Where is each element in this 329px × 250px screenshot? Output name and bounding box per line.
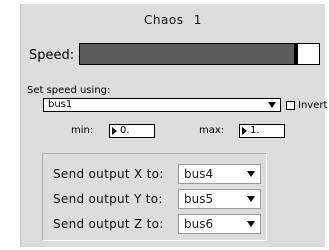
max-field[interactable]: 1. xyxy=(239,124,285,138)
speed-slider-fill xyxy=(80,44,297,64)
invert-checkbox[interactable] xyxy=(286,101,295,110)
set-speed-label: Set speed using: xyxy=(27,85,111,96)
speed-slider-thumb[interactable] xyxy=(294,44,299,64)
min-value: 0. xyxy=(120,125,130,136)
speed-bus-value: bus1 xyxy=(48,99,73,110)
chaos-panel: Chaos 1 Speed: Set speed using: bus1 Inv… xyxy=(20,4,328,247)
window-title: Chaos 1 xyxy=(144,13,202,27)
chevron-down-icon xyxy=(247,196,255,202)
max-label: max: xyxy=(199,125,225,136)
output-y-label: Send output Y to: xyxy=(53,192,163,206)
chevron-down-icon xyxy=(247,221,255,227)
speed-label: Speed: xyxy=(29,48,75,63)
chevron-down-icon xyxy=(268,102,276,108)
max-value: 1. xyxy=(250,125,260,136)
output-x-value: bus4 xyxy=(184,167,214,181)
speed-slider[interactable] xyxy=(79,43,320,65)
number-triangle-icon xyxy=(242,127,247,135)
min-field[interactable]: 0. xyxy=(109,124,155,138)
number-triangle-icon xyxy=(112,127,117,135)
speed-bus-select[interactable]: bus1 xyxy=(43,98,281,112)
output-z-select[interactable]: bus6 xyxy=(178,214,261,234)
output-x-label: Send output X to: xyxy=(53,167,164,181)
chevron-down-icon xyxy=(247,171,255,177)
min-label: min: xyxy=(71,125,94,136)
output-z-value: bus6 xyxy=(184,217,214,231)
output-z-label: Send output Z to: xyxy=(53,217,164,231)
output-y-value: bus5 xyxy=(184,192,214,206)
output-x-select[interactable]: bus4 xyxy=(178,164,261,184)
output-y-select[interactable]: bus5 xyxy=(178,189,261,209)
output-routing-group: Send output X to: bus4 Send output Y to:… xyxy=(42,153,267,241)
invert-label: Invert xyxy=(298,100,328,111)
